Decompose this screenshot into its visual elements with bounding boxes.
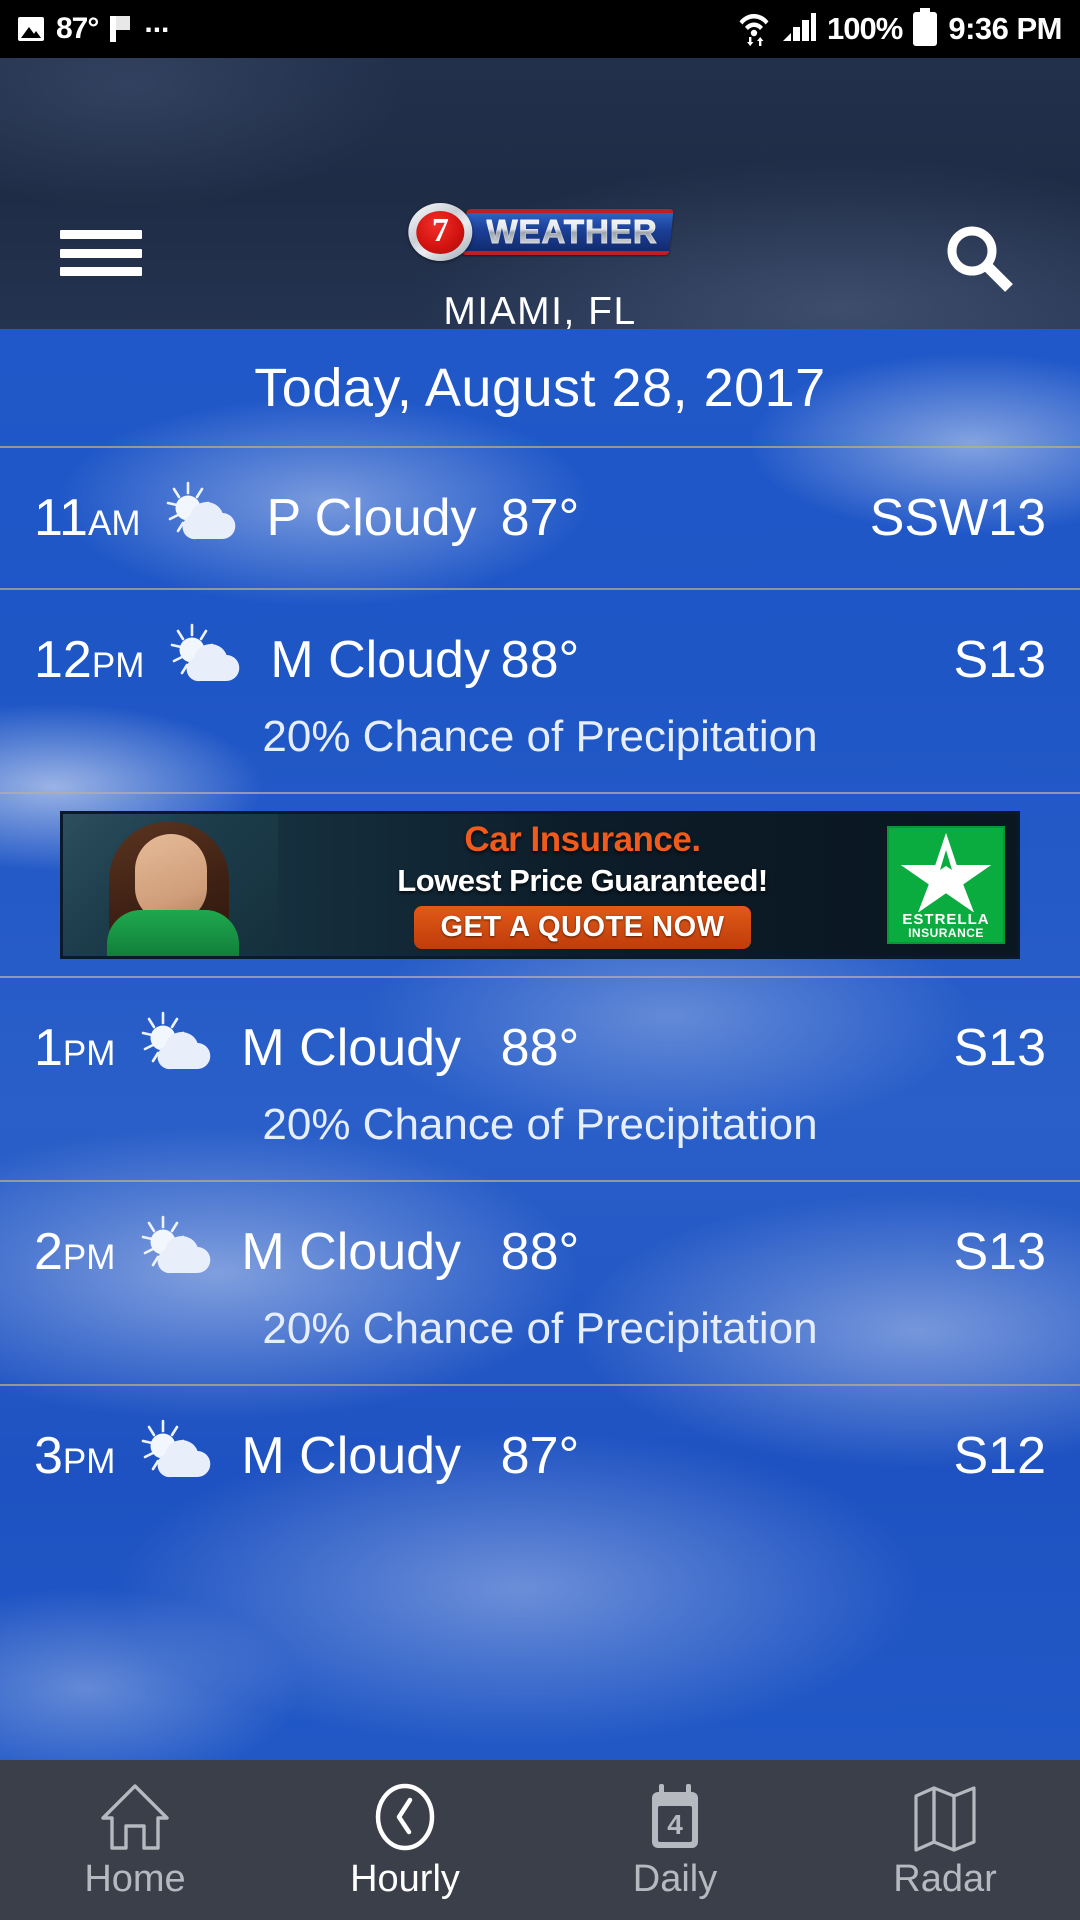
calendar-icon: 4 (636, 1780, 714, 1854)
nav-tab-daily-label: Daily (632, 1857, 718, 1900)
ad-cta-button[interactable]: GET A QUOTE NOW (414, 905, 751, 949)
hour-wind: SSW13 (869, 489, 1046, 547)
nav-tab-home-label: Home (84, 1857, 186, 1900)
hourly-row[interactable]: 3PM M Cloudy 87° S12 (0, 1386, 1080, 1526)
star-icon (900, 832, 992, 912)
app-logo: 7 WEATHER (408, 203, 675, 261)
overflow-dots-icon: ... (144, 6, 170, 39)
hourly-row-main: 1PM M Cloudy 88° S13 (0, 978, 1080, 1118)
hourly-row-main: 2PM M Cloudy 88° S13 (0, 1182, 1080, 1322)
status-bar-left: 87° ... (18, 6, 170, 46)
hourly-row[interactable]: 11AM P Cloudy 87° SSW13 (0, 448, 1080, 588)
hourly-row-main: 12PM M Cloudy 88° S13 (0, 590, 1080, 730)
hourly-row[interactable]: 2PM M Cloudy 88° S13 20% Chance of Preci… (0, 1182, 1080, 1384)
ad-brand-line2: INSURANCE (908, 926, 984, 940)
hourly-forecast-list[interactable]: Today, August 28, 2017 11AM P Cloudy 87°… (0, 329, 1080, 1760)
ad-brand-logo: ESTRELLA INSURANCE (887, 826, 1005, 944)
nav-tab-hourly-label: Hourly (350, 1857, 460, 1900)
hour-time: 2PM (34, 1223, 116, 1281)
flag-icon (110, 16, 132, 42)
map-icon (906, 1780, 984, 1854)
ad-copy: Car Insurance. Lowest Price Guaranteed! … (278, 814, 887, 956)
hour-time: 12PM (34, 631, 145, 689)
partly-cloudy-icon (133, 1413, 219, 1499)
nav-tab-home[interactable]: Home (0, 1760, 270, 1920)
status-bar: 87° ... 100% 9:36 PM (0, 0, 1080, 58)
home-icon (96, 1780, 174, 1854)
hour-precipitation: 20% Chance of Precipitation (262, 1100, 818, 1149)
hamburger-bar (60, 248, 142, 258)
hour-precipitation: 20% Chance of Precipitation (262, 712, 818, 761)
date-heading: Today, August 28, 2017 (254, 357, 826, 418)
hour-time: 1PM (34, 1019, 116, 1077)
bottom-navigation: Home Hourly 4 Daily Radar (0, 1760, 1080, 1920)
logo-seven-badge: 7 (408, 203, 473, 261)
photo-icon (18, 17, 44, 41)
hour-condition: M Cloudy (241, 1223, 462, 1281)
hour-time: 3PM (34, 1427, 116, 1485)
advertisement-banner[interactable]: Car Insurance. Lowest Price Guaranteed! … (60, 811, 1020, 959)
nav-tab-daily[interactable]: 4 Daily (540, 1760, 810, 1920)
location-label: MIAMI, FL (443, 290, 637, 329)
partly-cloudy-icon (162, 617, 248, 703)
hour-condition: M Cloudy (270, 631, 490, 689)
partly-cloudy-icon (133, 1005, 219, 1091)
hour-condition: P Cloudy (266, 489, 477, 547)
app-header: 7 WEATHER MIAMI, FL (0, 58, 1080, 329)
ad-subhead: Lowest Price Guaranteed! (397, 862, 768, 898)
hamburger-menu-icon[interactable] (60, 230, 142, 276)
signal-icon (781, 11, 817, 48)
advertisement-container: Car Insurance. Lowest Price Guaranteed! … (0, 794, 1080, 976)
hour-condition: M Cloudy (241, 1019, 462, 1077)
hourly-row[interactable]: 1PM M Cloudy 88° S13 20% Chance of Preci… (0, 978, 1080, 1180)
status-bar-right: 100% 9:36 PM (737, 7, 1062, 51)
logo-seven-numeral: 7 (416, 210, 465, 254)
hourly-row-main: 3PM M Cloudy 87° S12 (0, 1386, 1080, 1526)
hourly-row[interactable]: 12PM M Cloudy 88° S13 20% Chance of Prec… (0, 590, 1080, 792)
battery-icon (912, 7, 938, 51)
battery-percent: 100% (827, 11, 903, 46)
logo-weather-text: WEATHER (486, 213, 658, 251)
hour-wind: S13 (953, 1223, 1046, 1281)
hamburger-bar (60, 230, 142, 239)
ad-model-photo (63, 814, 278, 956)
partly-cloudy-icon (158, 475, 244, 561)
nav-tab-hourly[interactable]: Hourly (270, 1760, 540, 1920)
hour-wind: S13 (953, 631, 1046, 689)
nav-tab-radar-label: Radar (893, 1857, 997, 1900)
calendar-badge-number: 4 (667, 1809, 683, 1840)
hamburger-bar (60, 267, 142, 276)
wifi-icon (737, 8, 771, 51)
hour-wind: S13 (953, 1019, 1046, 1077)
hour-condition: M Cloudy (241, 1427, 462, 1485)
partly-cloudy-icon (133, 1209, 219, 1295)
ad-brand-line1: ESTRELLA (902, 911, 990, 928)
hourly-row-main: 11AM P Cloudy 87° SSW13 (0, 448, 1080, 588)
status-temperature: 87° (56, 12, 99, 45)
hour-precipitation: 20% Chance of Precipitation (262, 1304, 818, 1353)
status-clock: 9:36 PM (948, 11, 1062, 46)
ad-model-dress (107, 910, 239, 956)
clock-icon (366, 1780, 444, 1854)
nav-tab-radar[interactable]: Radar (810, 1760, 1080, 1920)
hour-time: 11AM (34, 489, 141, 547)
logo-weather-plate: WEATHER (461, 209, 675, 255)
hour-wind: S12 (953, 1427, 1046, 1485)
ad-headline: Car Insurance. (464, 819, 701, 859)
